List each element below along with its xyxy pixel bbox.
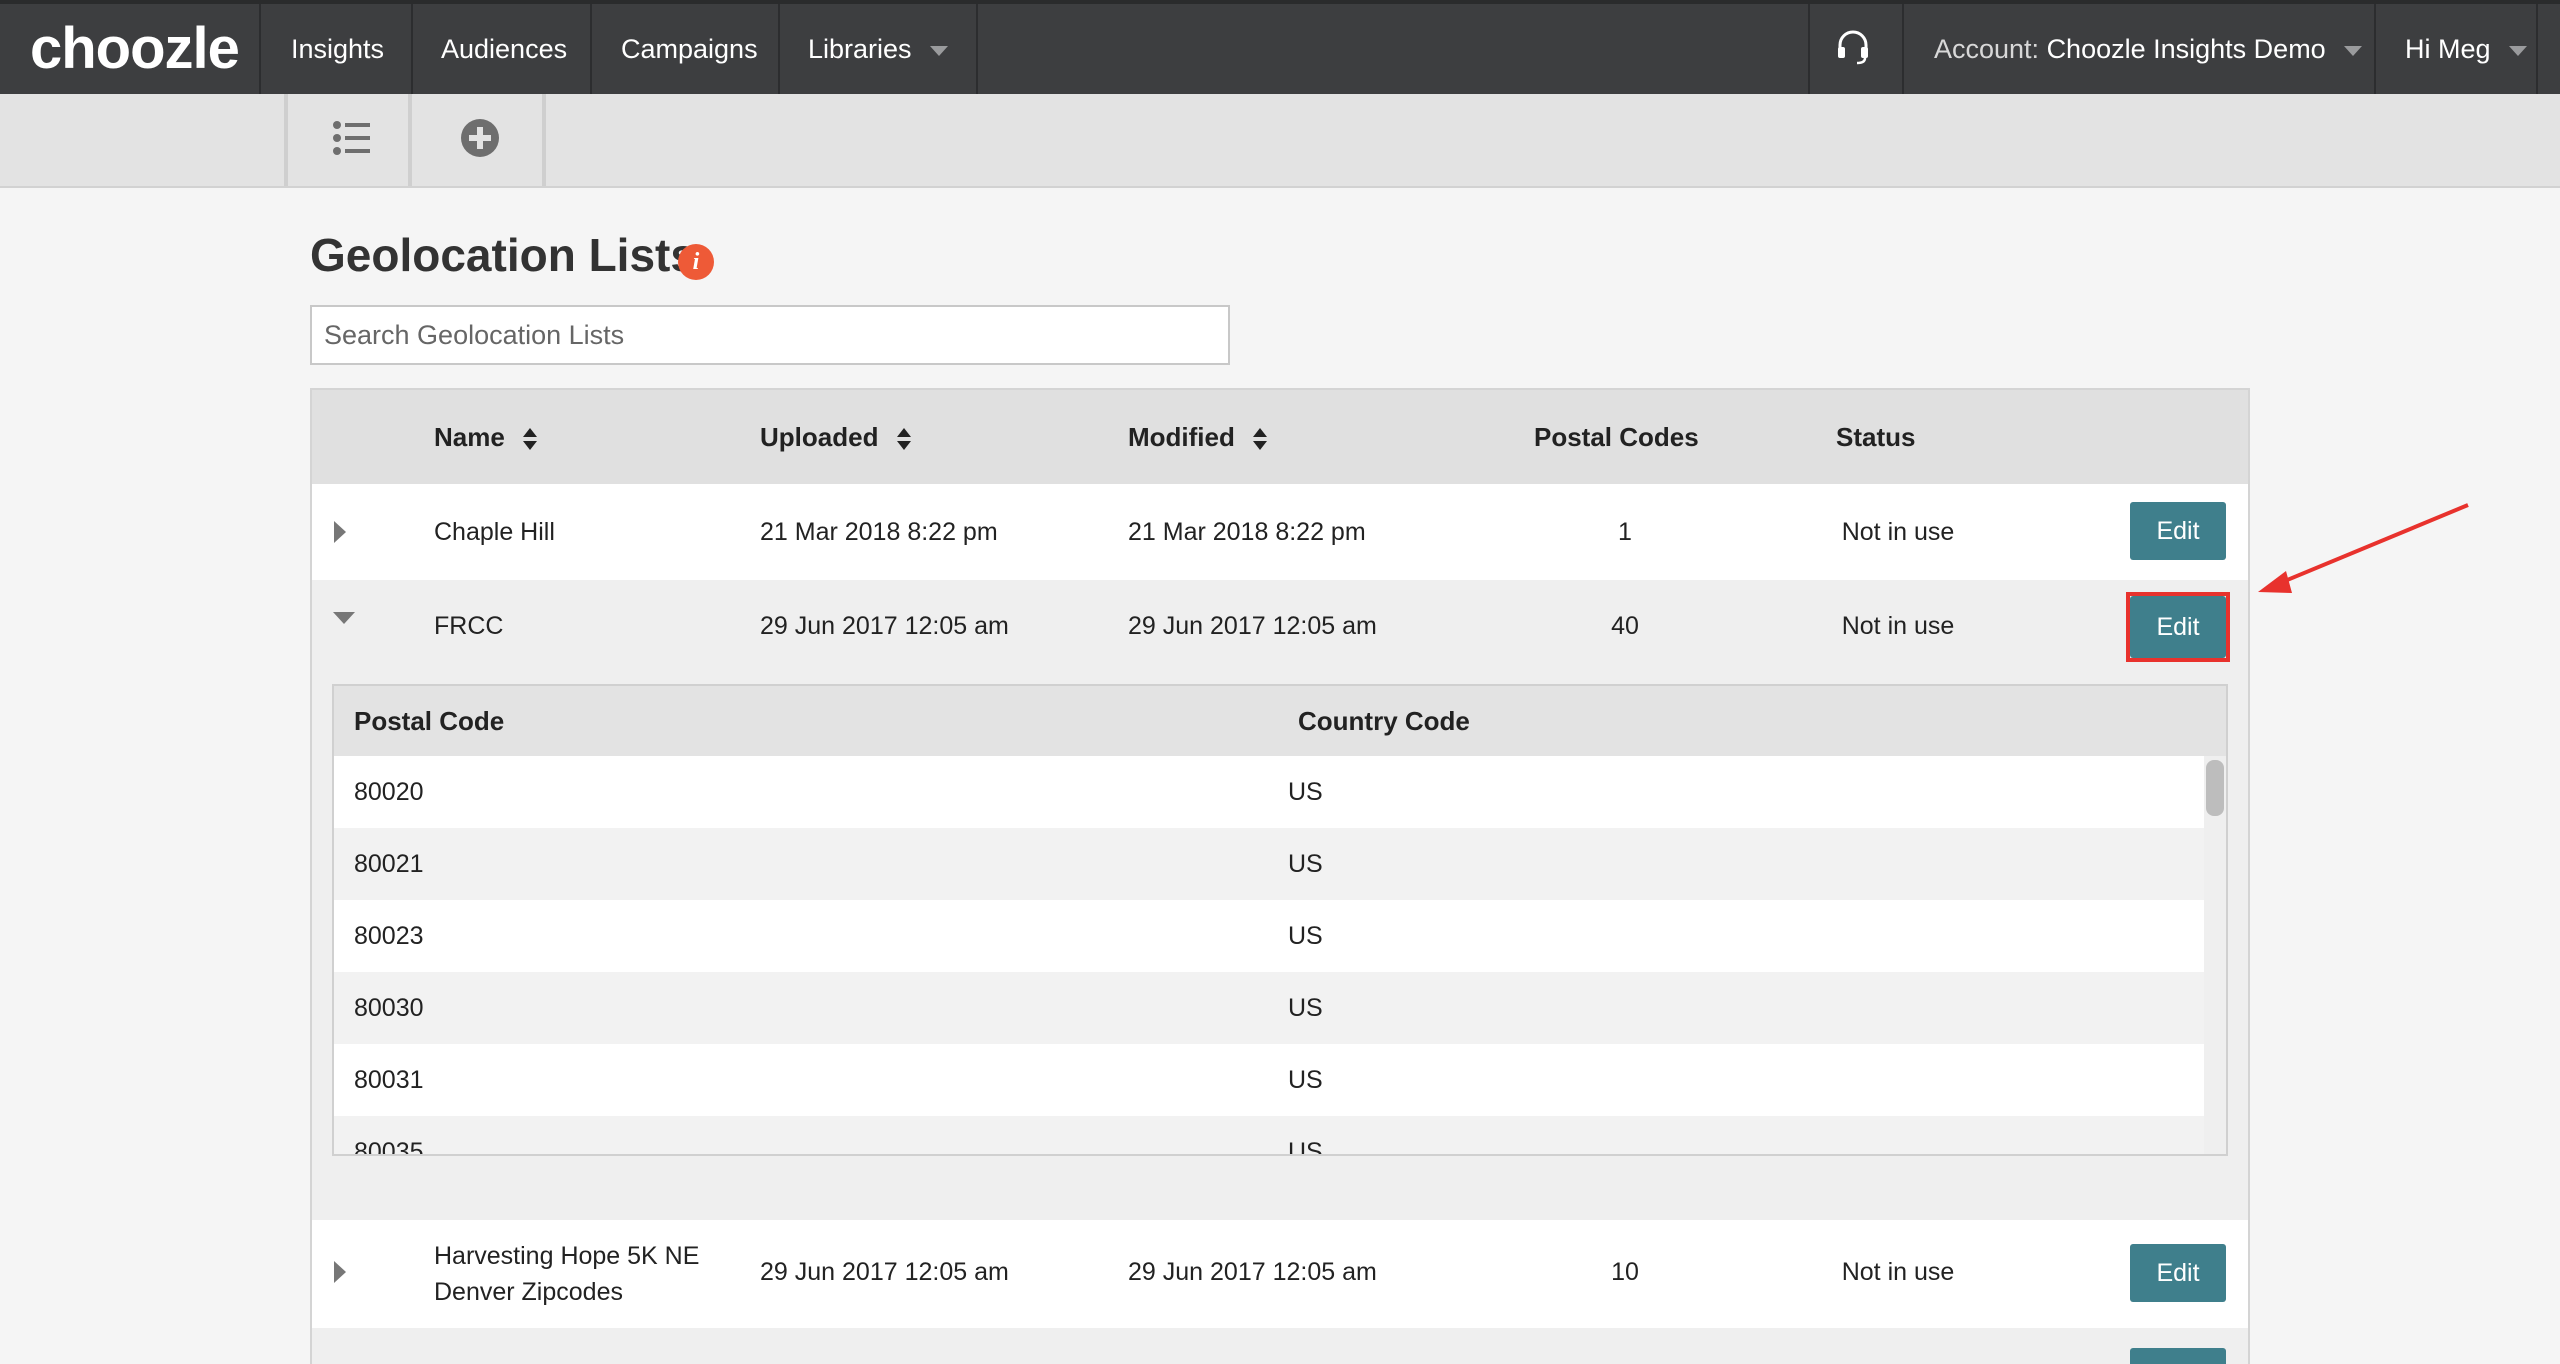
- chevron-down-icon: [2343, 45, 2362, 56]
- info-icon[interactable]: i: [678, 244, 714, 280]
- sort-icon: [523, 428, 538, 451]
- nav-item-campaigns[interactable]: Campaigns: [621, 4, 758, 94]
- nav-divider: [1808, 4, 1810, 94]
- column-header-country-code: Country Code: [1298, 706, 1470, 736]
- row-postal-count: 1: [1618, 518, 1632, 546]
- top-nav: choozle Insights Audiences Campaigns Lib…: [0, 0, 2560, 94]
- scrollbar-track[interactable]: [2204, 756, 2226, 1154]
- row-modified: 29 Jun 2017 12:05 am: [1128, 612, 1377, 640]
- column-header-uploaded-label: Uploaded: [760, 422, 879, 452]
- row-modified: 29 Jun 2017 12:05 am: [1128, 1258, 1377, 1286]
- user-greeting: Hi Meg: [2405, 34, 2491, 64]
- postal-row: 80030 US: [334, 972, 2204, 1044]
- row-name-line-1: Harvesting Hope 5K NE: [434, 1242, 700, 1270]
- list-icon: [333, 121, 370, 155]
- account-switcher[interactable]: Account: Choozle Insights Demo: [1934, 4, 2362, 94]
- postal-code: 80030: [354, 994, 424, 1022]
- scrollbar-thumb[interactable]: [2206, 760, 2224, 816]
- headset-support-icon[interactable]: [1835, 28, 1871, 66]
- row-name: Chaple Hill: [434, 518, 555, 546]
- postal-row: 80021 US: [334, 828, 2204, 900]
- chevron-down-icon: [2508, 45, 2527, 56]
- row-status: Not in use: [1841, 612, 1955, 640]
- country-code: US: [1288, 1066, 1323, 1094]
- nav-divider: [778, 4, 780, 94]
- table-row: Harvesting Hope 5K NE Denver Zipcodes 29…: [312, 1220, 2248, 1328]
- plus-circle-icon: [461, 119, 499, 157]
- column-header-postal-code: Postal Code: [354, 706, 505, 736]
- table-row-expanded: FRCC 29 Jun 2017 12:05 am 29 Jun 2017 12…: [312, 580, 2248, 1220]
- table-header: Name Uploaded Modified Postal Codes Stat…: [312, 390, 2248, 484]
- postal-row: 80031 US: [334, 1044, 2204, 1116]
- row-status: Not in use: [1841, 1258, 1955, 1286]
- sort-icon: [1253, 428, 1268, 451]
- nav-item-audiences[interactable]: Audiences: [441, 4, 567, 94]
- account-prefix: Account:: [1934, 34, 2047, 64]
- postal-code: 80021: [354, 850, 424, 878]
- postal-row: 80035 US: [334, 1116, 2204, 1156]
- sub-toolbar: [0, 94, 2560, 188]
- row-uploaded: 29 Jun 2017 12:05 am: [760, 1258, 1009, 1286]
- country-code: US: [1288, 994, 1323, 1022]
- caret-right-icon[interactable]: [332, 1260, 348, 1284]
- column-header-modified-label: Modified: [1128, 422, 1235, 452]
- postal-code: 80035: [354, 1138, 424, 1156]
- add-list-button[interactable]: [418, 94, 546, 186]
- nav-divider: [259, 4, 261, 94]
- column-header-postal-codes: Postal Codes: [1534, 422, 1699, 452]
- edit-button[interactable]: [2130, 1348, 2226, 1364]
- row-name: Harvesting Hope 5K NE Denver Zipcodes: [434, 1238, 699, 1310]
- column-header-name-label: Name: [434, 422, 505, 452]
- edit-button[interactable]: Edit: [2130, 596, 2226, 658]
- row-uploaded: 29 Jun 2017 12:05 am: [760, 612, 1009, 640]
- caret-right-icon[interactable]: [332, 520, 348, 544]
- nav-divider: [1902, 4, 1904, 94]
- edit-button[interactable]: Edit: [2130, 502, 2226, 560]
- postal-code: 80023: [354, 922, 424, 950]
- column-header-status: Status: [1836, 422, 1916, 452]
- postal-code-table: Postal Code Country Code 80020 US 80021 …: [332, 684, 2228, 1156]
- nav-item-libraries[interactable]: Libraries: [808, 4, 948, 94]
- row-modified: 21 Mar 2018 8:22 pm: [1128, 518, 1366, 546]
- user-menu[interactable]: Hi Meg: [2405, 4, 2527, 94]
- postal-row: 80023 US: [334, 900, 2204, 972]
- nav-divider: [411, 4, 413, 94]
- nav-item-insights[interactable]: Insights: [291, 4, 384, 94]
- column-header-modified[interactable]: Modified: [1128, 390, 1268, 484]
- country-code: US: [1288, 1138, 1323, 1156]
- chevron-down-icon: [929, 45, 948, 56]
- postal-code: 80020: [354, 778, 424, 806]
- search-input[interactable]: [310, 305, 1230, 365]
- row-name: FRCC: [434, 612, 504, 640]
- choozle-logo[interactable]: choozle: [30, 14, 240, 84]
- row-postal-count: 40: [1611, 612, 1639, 640]
- nav-divider: [2536, 4, 2538, 94]
- nav-divider: [590, 4, 592, 94]
- list-view-button[interactable]: [284, 94, 412, 186]
- postal-table-header: Postal Code Country Code: [334, 686, 2226, 756]
- row-uploaded: 21 Mar 2018 8:22 pm: [760, 518, 998, 546]
- country-code: US: [1288, 922, 1323, 950]
- table-row: Chaple Hill 21 Mar 2018 8:22 pm 21 Mar 2…: [312, 484, 2248, 580]
- caret-down-icon[interactable]: [332, 610, 356, 626]
- row-status: Not in use: [1841, 518, 1955, 546]
- row-postal-count: 10: [1611, 1258, 1639, 1286]
- postal-code: 80031: [354, 1066, 424, 1094]
- edit-button[interactable]: Edit: [2130, 1244, 2226, 1302]
- row-name-line-2: Denver Zipcodes: [434, 1278, 623, 1306]
- country-code: US: [1288, 778, 1323, 806]
- column-header-name[interactable]: Name: [434, 390, 538, 484]
- nav-divider: [2374, 4, 2376, 94]
- nav-item-libraries-label: Libraries: [808, 34, 912, 64]
- annotation-arrow: [2258, 503, 2469, 593]
- table-row-partial: [312, 1328, 2248, 1364]
- postal-row: 80020 US: [334, 756, 2204, 828]
- nav-divider: [976, 4, 978, 94]
- account-name: Choozle Insights Demo: [2046, 34, 2326, 64]
- page-title: Geolocation Lists: [310, 229, 696, 281]
- column-header-uploaded[interactable]: Uploaded: [760, 390, 912, 484]
- geolocation-table: Name Uploaded Modified Postal Codes Stat…: [310, 388, 2250, 1364]
- country-code: US: [1288, 850, 1323, 878]
- sort-icon: [896, 428, 911, 451]
